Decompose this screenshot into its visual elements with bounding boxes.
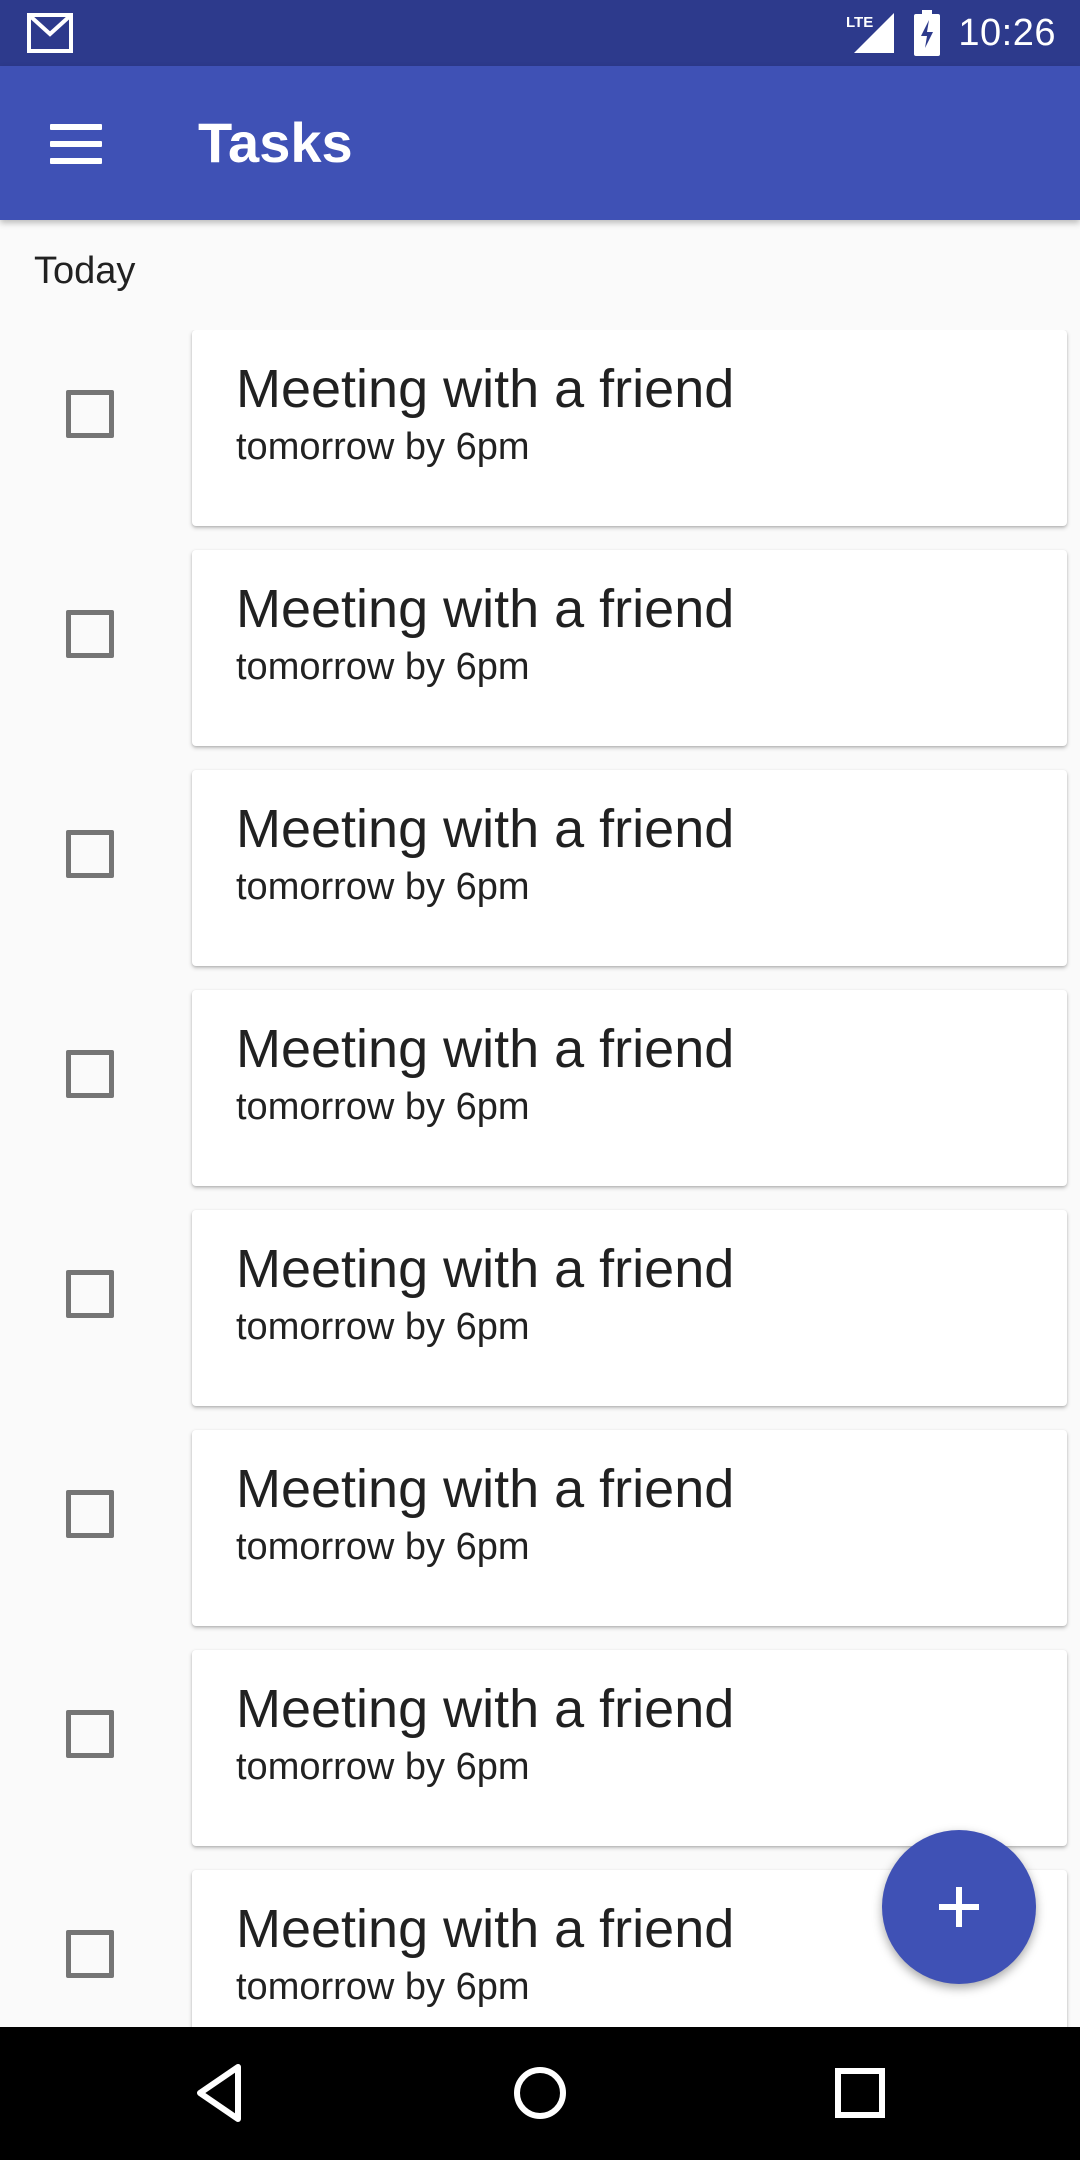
task-row: Meeting with a friend tomorrow by 6pm [0, 330, 1080, 550]
task-card[interactable]: Meeting with a friend tomorrow by 6pm [192, 1650, 1067, 1846]
task-row: Meeting with a friend tomorrow by 6pm [0, 1650, 1080, 1870]
gmail-icon [27, 13, 73, 53]
task-due: tomorrow by 6pm [236, 1526, 530, 1568]
task-title: Meeting with a friend [236, 1459, 735, 1519]
task-card[interactable]: Meeting with a friend tomorrow by 6pm [192, 770, 1067, 966]
task-due: tomorrow by 6pm [236, 646, 530, 688]
task-row: Meeting with a friend tomorrow by 6pm [0, 550, 1080, 770]
task-title: Meeting with a friend [236, 799, 735, 859]
status-indicators: LTE 10:26 [846, 8, 1056, 58]
task-title: Meeting with a friend [236, 579, 735, 639]
task-card[interactable]: Meeting with a friend tomorrow by 6pm [192, 990, 1067, 1186]
task-card[interactable]: Meeting with a friend tomorrow by 6pm [192, 1210, 1067, 1406]
task-card[interactable]: Meeting with a friend tomorrow by 6pm [192, 330, 1067, 526]
status-bar: LTE 10:26 [0, 0, 1080, 66]
task-title: Meeting with a friend [236, 1899, 735, 1959]
task-due: tomorrow by 6pm [236, 1966, 530, 2008]
task-row: Meeting with a friend tomorrow by 6pm [0, 990, 1080, 1210]
task-card[interactable]: Meeting with a friend tomorrow by 6pm [192, 1430, 1067, 1626]
task-checkbox[interactable] [66, 830, 114, 878]
task-due: tomorrow by 6pm [236, 1086, 530, 1128]
task-checkbox[interactable] [66, 1050, 114, 1098]
task-checkbox[interactable] [66, 1710, 114, 1758]
task-due: tomorrow by 6pm [236, 1306, 530, 1348]
app-bar: Tasks [0, 66, 1080, 220]
back-icon[interactable] [190, 2061, 254, 2125]
task-title: Meeting with a friend [236, 1679, 735, 1739]
task-checkbox[interactable] [66, 1490, 114, 1538]
task-checkbox[interactable] [66, 610, 114, 658]
task-checkbox[interactable] [66, 1930, 114, 1978]
task-due: tomorrow by 6pm [236, 426, 530, 468]
task-checkbox[interactable] [66, 1270, 114, 1318]
task-row: Meeting with a friend tomorrow by 6pm [0, 1430, 1080, 1650]
network-type-label: LTE [846, 14, 873, 31]
task-row: Meeting with a friend tomorrow by 6pm [0, 1210, 1080, 1430]
task-row: Meeting with a friend tomorrow by 6pm [0, 770, 1080, 990]
task-due: tomorrow by 6pm [236, 1746, 530, 1788]
task-list: Meeting with a friend tomorrow by 6pm Me… [0, 330, 1080, 2027]
task-due: tomorrow by 6pm [236, 866, 530, 908]
status-time: 10:26 [958, 11, 1056, 54]
task-title: Meeting with a friend [236, 1239, 735, 1299]
section-header-today: Today [34, 250, 136, 292]
task-title: Meeting with a friend [236, 1019, 735, 1079]
home-icon[interactable] [508, 2061, 572, 2125]
add-task-button[interactable] [882, 1830, 1036, 1984]
recents-icon[interactable] [828, 2061, 892, 2125]
system-nav-bar [0, 2027, 1080, 2160]
task-title: Meeting with a friend [236, 359, 735, 419]
page-title: Tasks [198, 111, 353, 174]
battery-charging-icon [914, 10, 941, 56]
task-card[interactable]: Meeting with a friend tomorrow by 6pm [192, 550, 1067, 746]
menu-icon[interactable] [50, 124, 104, 164]
signal-icon: LTE [846, 13, 895, 53]
task-checkbox[interactable] [66, 390, 114, 438]
